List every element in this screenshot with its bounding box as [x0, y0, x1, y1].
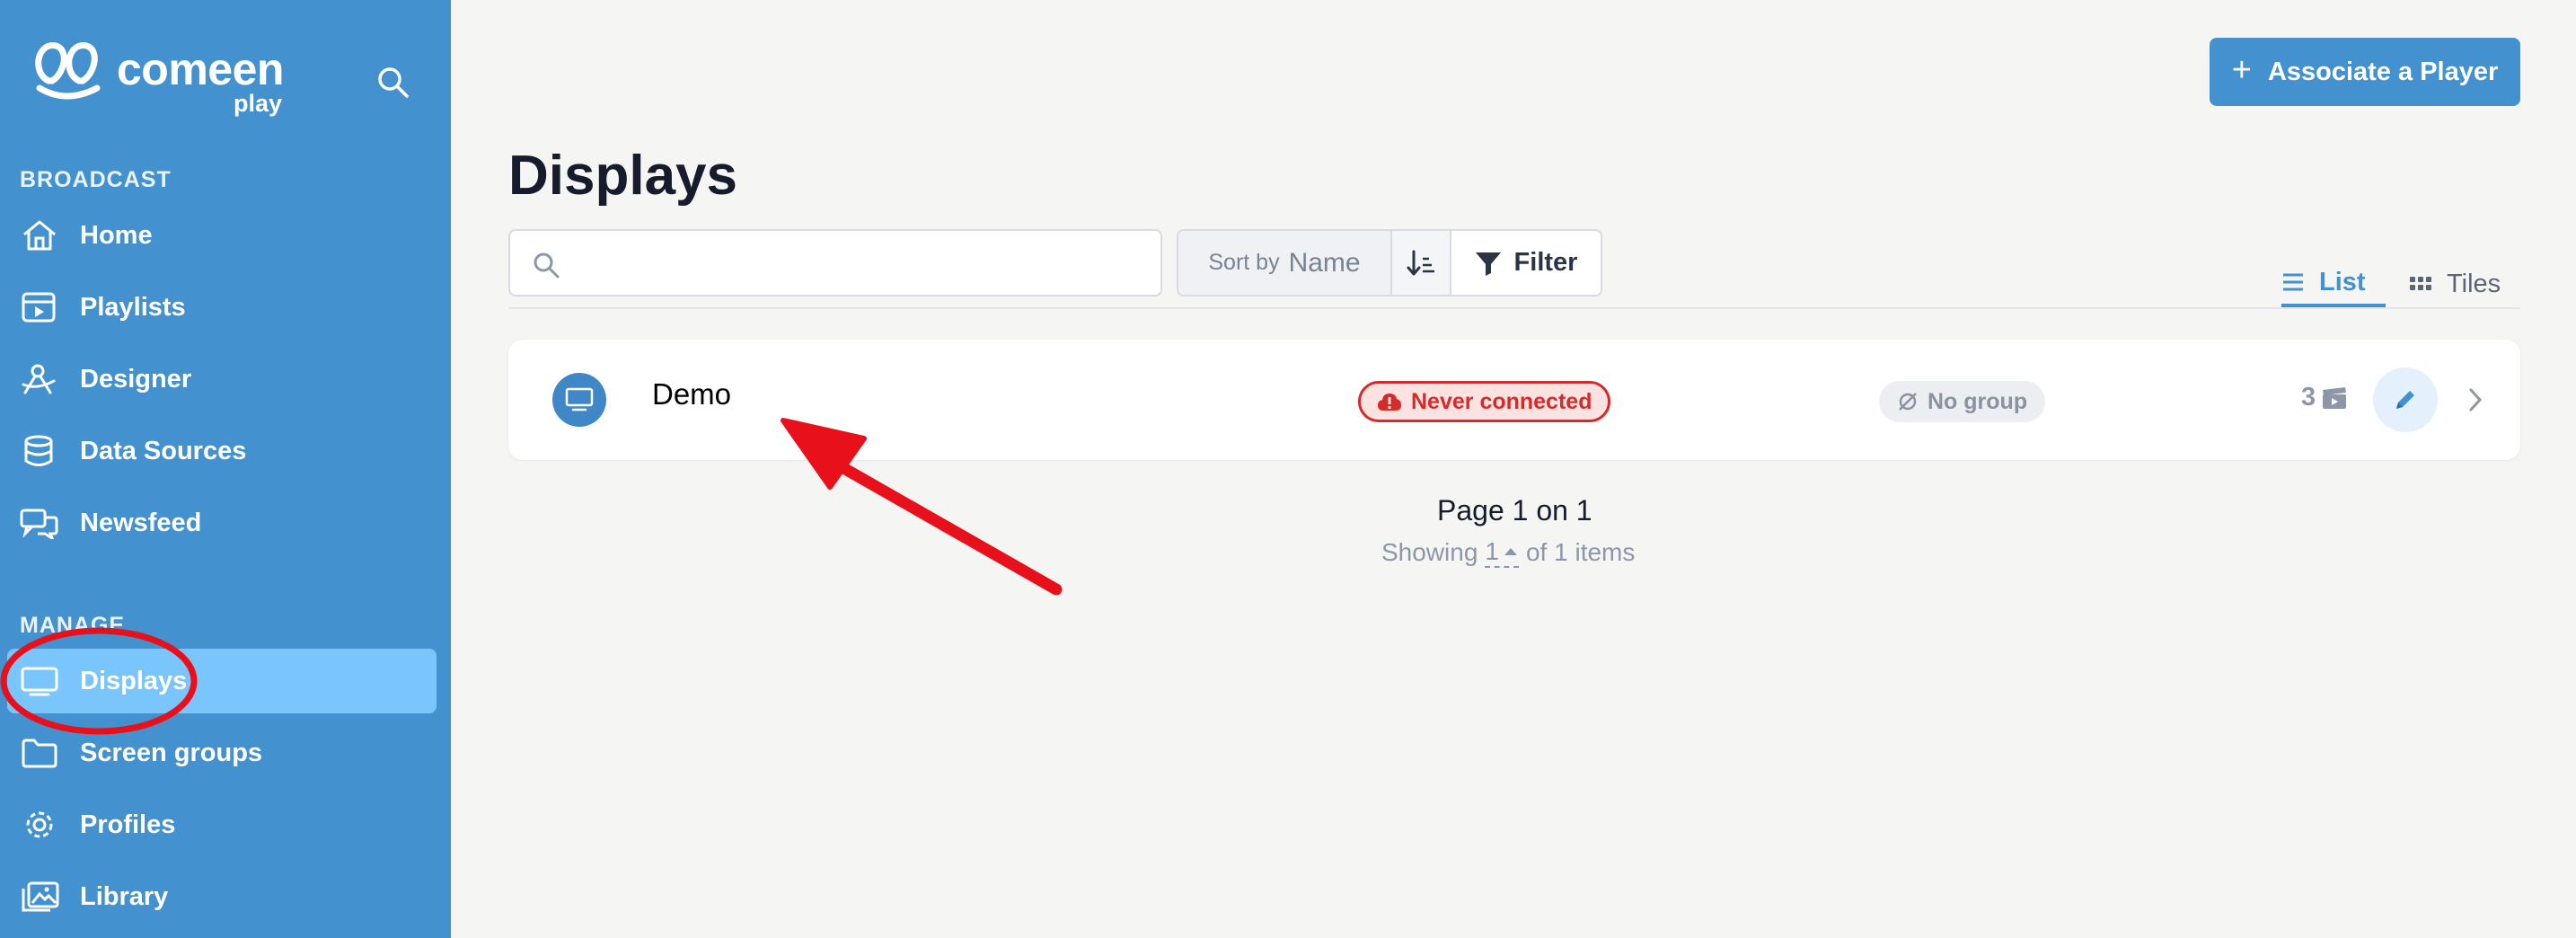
display-name: Demo	[652, 377, 732, 411]
section-broadcast: BROADCAST	[20, 167, 172, 192]
clapperboard-icon	[2323, 386, 2347, 409]
pagination-title: Page 1 on 1	[1437, 494, 1592, 527]
page-size-select[interactable]: 1	[1485, 537, 1519, 568]
plus-icon: +	[2231, 50, 2252, 89]
brand-sub: play	[234, 90, 283, 117]
sidebar-item-label: Home	[80, 220, 153, 250]
caret-up-icon	[1504, 548, 1517, 555]
sidebar: comeen play BROADCAST Home Playlists Des…	[0, 0, 451, 938]
page-size-value: 1	[1485, 537, 1499, 565]
sort-direction-button[interactable]	[1390, 231, 1450, 295]
associate-player-label: Associate a Player	[2267, 57, 2499, 86]
folder-icon	[22, 739, 57, 768]
list-icon	[2283, 273, 2303, 291]
section-manage: MANAGE	[20, 613, 126, 638]
sidebar-item-label: Playlists	[80, 292, 186, 322]
sidebar-item-displays[interactable]: Displays	[7, 649, 437, 713]
tab-tiles[interactable]: Tiles	[2409, 261, 2501, 307]
monitor-icon	[565, 387, 594, 411]
page-title: Displays	[508, 145, 738, 207]
chat-icon	[20, 509, 58, 539]
monitor-icon	[21, 667, 58, 696]
toolbar-divider	[508, 307, 2520, 309]
sidebar-item-label: Library	[80, 881, 169, 911]
sort-field-value: Name	[1288, 247, 1361, 278]
filter-button[interactable]: Filter	[1450, 231, 1601, 295]
sort-field-select[interactable]: Sort by Name	[1178, 231, 1390, 295]
sidebar-item-home[interactable]: Home	[0, 203, 437, 268]
sidebar-item-profiles[interactable]: Profiles	[0, 792, 437, 857]
logo[interactable]: comeen play	[34, 40, 304, 120]
home-icon	[23, 220, 56, 251]
playlist-count-value: 3	[2301, 383, 2316, 411]
status-badge: Never connected	[1358, 381, 1611, 422]
brand-name: comeen	[117, 44, 284, 94]
sidebar-item-label: Displays	[80, 666, 188, 695]
sidebar-item-label: Screen groups	[80, 738, 263, 767]
sidebar-item-designer[interactable]: Designer	[0, 347, 437, 411]
pencil-icon	[2396, 391, 2414, 409]
logo-mark-icon	[35, 42, 101, 100]
sort-by-label: Sort by	[1208, 250, 1280, 275]
associate-player-button[interactable]: + Associate a Player	[2210, 38, 2520, 106]
sidebar-item-label: Data Sources	[80, 436, 247, 465]
display-avatar	[552, 373, 606, 427]
sidebar-item-screen-groups[interactable]: Screen groups	[0, 721, 437, 785]
sidebar-item-data-sources[interactable]: Data Sources	[0, 419, 437, 483]
search-field[interactable]	[508, 229, 1162, 296]
chevron-right-icon[interactable]	[2466, 386, 2484, 413]
filter-label: Filter	[1513, 248, 1578, 277]
sidebar-item-library[interactable]: Library	[0, 864, 437, 929]
search-input[interactable]	[573, 240, 1130, 287]
sidebar-item-label: Profiles	[80, 810, 176, 839]
pagination-showing: Showing	[1381, 538, 1478, 566]
group-label: No group	[1928, 388, 2028, 414]
tab-list[interactable]: List	[2281, 261, 2386, 307]
edit-button[interactable]	[2373, 367, 2438, 432]
search-icon	[534, 252, 560, 279]
cloud-alert-icon	[1378, 394, 1401, 411]
designer-icon	[22, 364, 56, 394]
database-icon	[24, 435, 53, 466]
playlist-icon	[22, 292, 56, 323]
sidebar-item-label: Designer	[80, 364, 192, 394]
display-row[interactable]: Demo Never connected No group 3	[508, 340, 2520, 460]
group-badge: No group	[1879, 381, 2046, 422]
tab-tiles-label: Tiles	[2447, 269, 2501, 298]
sort-control: Sort by Name Filter	[1177, 229, 1602, 296]
playlist-count: 3	[2301, 383, 2348, 412]
status-label: Never connected	[1411, 388, 1592, 414]
sidebar-search-icon[interactable]	[375, 65, 411, 101]
sidebar-item-playlists[interactable]: Playlists	[0, 275, 437, 340]
filter-icon	[1475, 252, 1501, 276]
sidebar-item-newsfeed[interactable]: Newsfeed	[0, 491, 437, 555]
sort-descending-icon	[1407, 250, 1434, 275]
tab-list-label: List	[2319, 267, 2366, 296]
pagination-info: Showing 1 of 1 items	[1381, 537, 1635, 568]
pagination-of-items: of 1 items	[1525, 538, 1636, 566]
no-group-icon	[1899, 393, 1917, 411]
sidebar-item-label: Newsfeed	[80, 508, 202, 537]
gear-icon	[26, 811, 53, 838]
grid-icon	[2410, 277, 2431, 290]
images-icon	[22, 881, 59, 912]
